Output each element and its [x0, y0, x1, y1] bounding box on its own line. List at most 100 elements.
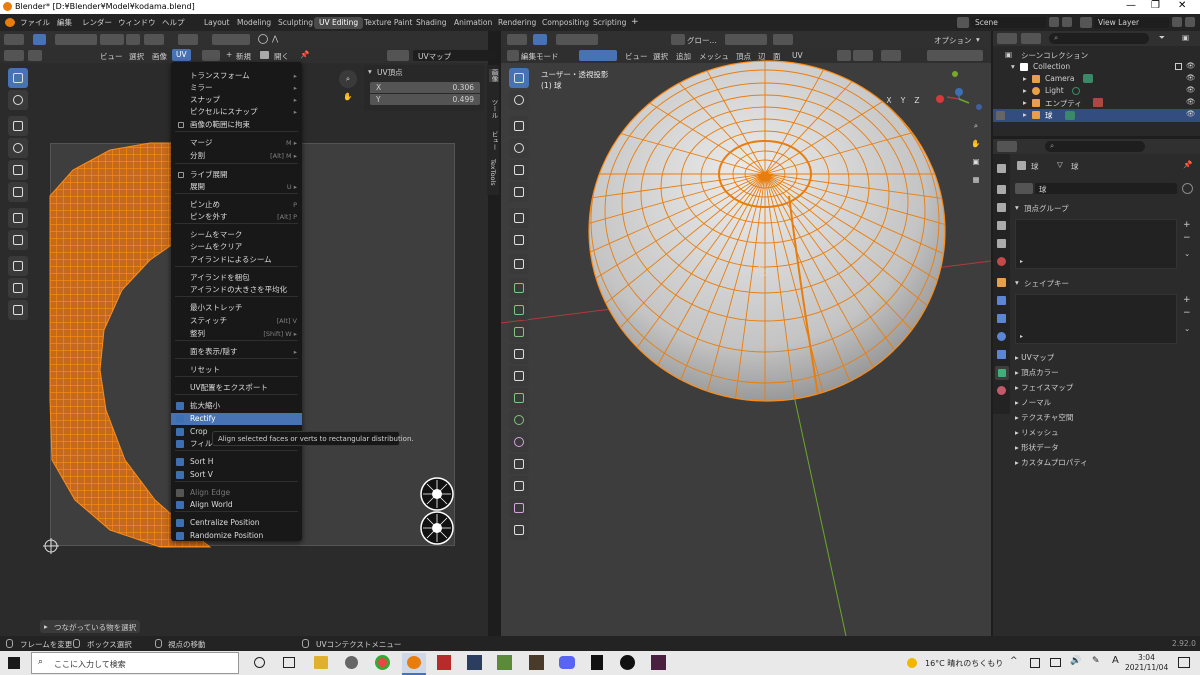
- uv-menu-item-14[interactable]: アイランドを梱包: [171, 272, 302, 284]
- tab-image[interactable]: 画像: [489, 69, 499, 82]
- tray-chevron-icon[interactable]: ^: [1010, 656, 1018, 666]
- select-tool[interactable]: [8, 68, 28, 88]
- delete-view-layer-icon[interactable]: [1185, 17, 1195, 27]
- uv-menu-item-20[interactable]: リセット: [171, 364, 302, 376]
- properties-search[interactable]: [1045, 141, 1145, 152]
- section-collapse-icon-2[interactable]: ▾: [1015, 278, 1019, 287]
- filter-icon[interactable]: ⏷: [1159, 33, 1165, 43]
- checkbox-icon[interactable]: [178, 172, 184, 178]
- properties-section-0[interactable]: ▸ UVマップ: [1015, 351, 1195, 365]
- notification-icon[interactable]: [1178, 657, 1190, 668]
- camera-data-icon[interactable]: [1083, 74, 1093, 83]
- uv-menu-item-30[interactable]: Centralize Position: [171, 517, 302, 529]
- minimize-button[interactable]: —: [1126, 0, 1136, 11]
- vp-shear-tool[interactable]: [509, 498, 529, 518]
- shape-list-resize-handle[interactable]: ▸: [1020, 333, 1023, 340]
- light-data-icon[interactable]: [1072, 87, 1080, 95]
- uv-x-field[interactable]: X 0.306: [370, 82, 480, 93]
- camera-visibility-icon[interactable]: 👁: [1186, 73, 1196, 82]
- vp-move-tool[interactable]: [509, 116, 529, 136]
- empty-visibility-icon[interactable]: 👁: [1186, 97, 1196, 106]
- book-app-icon[interactable]: [591, 655, 603, 670]
- delete-scene-icon[interactable]: [1062, 17, 1072, 27]
- viewport-zoom-icon[interactable]: ⌕: [967, 121, 985, 137]
- vp-inset-tool[interactable]: [509, 300, 529, 320]
- rip-tool[interactable]: [8, 230, 28, 250]
- section-shape-keys[interactable]: シェイプキー: [1024, 278, 1069, 289]
- particles-tab-icon[interactable]: [997, 314, 1006, 323]
- new-collection-icon[interactable]: ▣: [1182, 33, 1189, 42]
- pinch-brush-tool[interactable]: [8, 300, 28, 320]
- properties-section-4[interactable]: ▸ テクスチャ空間: [1015, 411, 1195, 425]
- vp-add-cube-tool[interactable]: [509, 254, 529, 274]
- uv-menu-item-9[interactable]: ピン止め P: [171, 199, 302, 211]
- uv-menu-item-19[interactable]: 面を表示/隠す ▸: [171, 346, 302, 358]
- uv-menu-item-29[interactable]: Align World: [171, 499, 302, 511]
- expand-camera-icon[interactable]: ▸: [1023, 74, 1027, 83]
- properties-section-6[interactable]: ▸ 形状データ: [1015, 441, 1195, 455]
- expand-empty-icon[interactable]: ▸: [1023, 98, 1027, 107]
- task-view-icon[interactable]: [283, 657, 295, 668]
- uv-menu-item-26[interactable]: Sort H: [171, 456, 302, 468]
- outliner-item-camera[interactable]: Camera: [1045, 74, 1074, 83]
- pan-hand-icon[interactable]: ✋: [339, 88, 357, 106]
- outliner-item-light[interactable]: Light: [1045, 86, 1064, 95]
- list-resize-handle[interactable]: ▸: [1020, 258, 1023, 265]
- zoom-icon[interactable]: ⌕: [339, 70, 357, 88]
- vertex-groups-list[interactable]: ▸: [1015, 219, 1177, 269]
- constraints-tab-icon[interactable]: [997, 350, 1006, 359]
- vp-shrink-tool[interactable]: [509, 476, 529, 496]
- camera-view-icon[interactable]: ▣: [967, 157, 985, 173]
- empty-image-icon[interactable]: [1093, 98, 1103, 107]
- properties-editor-type[interactable]: [997, 141, 1017, 152]
- vp-cursor-tool[interactable]: [509, 90, 529, 110]
- outliner-search[interactable]: [1049, 33, 1149, 44]
- vp-transform-tool[interactable]: [509, 182, 529, 202]
- vp-bevel-tool[interactable]: [509, 322, 529, 342]
- tab-compositing[interactable]: Compositing: [537, 17, 594, 29]
- transform-tool[interactable]: [8, 182, 28, 202]
- modifier-tab-icon[interactable]: [997, 296, 1006, 305]
- material-tab-icon[interactable]: [997, 386, 1006, 395]
- expand-collection-icon[interactable]: ▾: [1011, 62, 1015, 71]
- annotate-tool[interactable]: [8, 208, 28, 228]
- clock-date[interactable]: 2021/11/04: [1125, 663, 1168, 672]
- vp-rip-tool[interactable]: [509, 520, 529, 540]
- tool-tab-icon[interactable]: [997, 164, 1006, 173]
- shape-keys-list[interactable]: ▸: [1015, 294, 1177, 344]
- uv-menu-item-1[interactable]: ミラー ▸: [171, 82, 302, 94]
- expand-sphere-icon[interactable]: ▸: [1023, 110, 1027, 119]
- vp-smooth-tool[interactable]: [509, 432, 529, 452]
- properties-section-5[interactable]: ▸ リメッシュ: [1015, 426, 1195, 440]
- angular-icon[interactable]: [437, 655, 451, 670]
- vp-annotate-tool[interactable]: [509, 208, 529, 228]
- tab-view[interactable]: ビュー: [489, 131, 499, 151]
- properties-section-7[interactable]: ▸ カスタムプロパティ: [1015, 456, 1195, 470]
- scene-tab-icon[interactable]: [997, 239, 1006, 248]
- panel-collapse-icon[interactable]: ▾: [368, 67, 372, 76]
- outliner-item-empty[interactable]: エンプティ: [1045, 98, 1082, 109]
- collection-checkbox[interactable]: [1175, 63, 1182, 70]
- vp-scale-tool[interactable]: [509, 160, 529, 180]
- tray-app-icon[interactable]: [1030, 658, 1040, 668]
- app-2f-icon[interactable]: [467, 655, 482, 670]
- add-vertex-group-button[interactable]: +: [1183, 220, 1191, 230]
- new-scene-icon[interactable]: [1049, 17, 1059, 27]
- display-mode-button[interactable]: [1021, 33, 1041, 44]
- discord-icon[interactable]: [559, 656, 575, 669]
- output-tab-icon[interactable]: [997, 203, 1006, 212]
- render-tab-icon[interactable]: [997, 185, 1006, 194]
- properties-section-3[interactable]: ▸ ノーマル: [1015, 396, 1195, 410]
- checkbox-icon[interactable]: [178, 122, 184, 128]
- mesh-data-icon[interactable]: [1065, 111, 1075, 120]
- tab-rendering[interactable]: Rendering: [493, 17, 541, 29]
- physics-tab-icon[interactable]: [997, 332, 1006, 341]
- uv-menu-item-15[interactable]: アイランドの大きさを平均化: [171, 284, 302, 296]
- uv-menu-item-4[interactable]: 画像の範囲に拘束: [171, 119, 302, 131]
- close-button[interactable]: ✕: [1178, 0, 1186, 11]
- maximize-button[interactable]: ❐: [1151, 0, 1160, 11]
- properties-section-1[interactable]: ▸ 頂点カラー: [1015, 366, 1195, 380]
- uv-menu-item-23[interactable]: Rectify: [171, 413, 302, 425]
- uv-menu-item-22[interactable]: 拡大縮小: [171, 400, 302, 412]
- outliner-item-sphere[interactable]: 球: [1045, 110, 1053, 121]
